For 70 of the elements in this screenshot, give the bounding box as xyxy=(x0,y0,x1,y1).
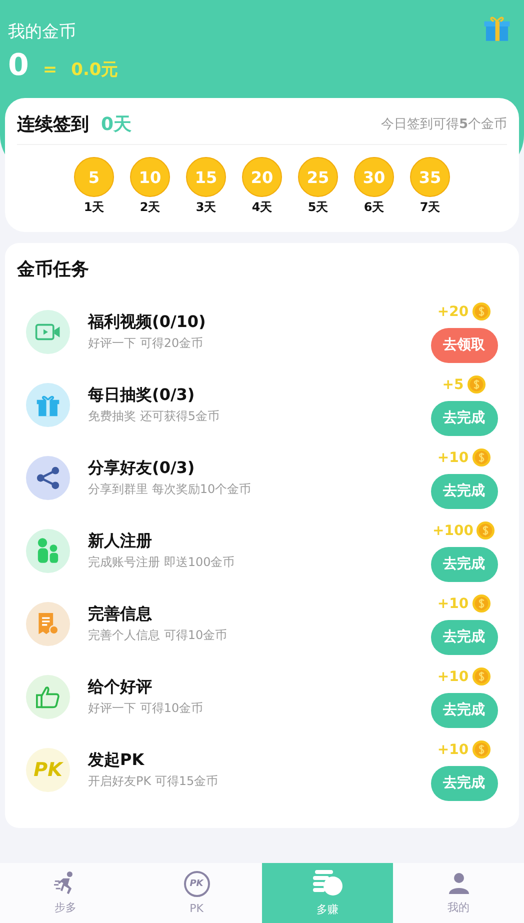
checkin-hint: 今日签到可得5个金币 xyxy=(380,116,507,133)
reward-amount: +10 xyxy=(437,596,469,612)
money-value: 0.0元 xyxy=(71,59,118,81)
page-title: 我的金币 xyxy=(8,21,76,43)
checkin-title: 连续签到 xyxy=(17,113,89,136)
task-description: 免费抽奖 还可获得5金币 xyxy=(88,408,220,424)
thumbs-up-icon xyxy=(36,684,60,708)
reward-coin: 20 xyxy=(242,157,282,197)
task-button[interactable]: 去完成 xyxy=(430,766,498,800)
reward-day: 2天 xyxy=(140,199,160,216)
coins-icon xyxy=(312,869,342,897)
coin-icon xyxy=(472,740,491,759)
document-icon xyxy=(37,612,59,636)
task-description: 完善个人信息 可得10金币 xyxy=(88,626,228,644)
reward-coin: 15 xyxy=(186,157,226,197)
task-title: 新人注册 xyxy=(88,530,153,552)
task-description: 好评一下 可得10金币 xyxy=(88,700,204,716)
reward-amount: +10 xyxy=(437,668,469,684)
task-button[interactable]: 去完成 xyxy=(430,546,498,582)
task-button[interactable]: 去领取 xyxy=(430,328,498,362)
equals-sign: = xyxy=(42,60,58,80)
reward-coin: 35 xyxy=(410,157,450,197)
tab[interactable]: 多赚 xyxy=(262,863,393,923)
checkin-days: 0天 xyxy=(101,112,132,136)
reward-amount: +20 xyxy=(437,304,469,320)
task-title: 分享好友(0/3) xyxy=(88,458,196,478)
task-title: 完善信息 xyxy=(88,604,153,624)
coin-icon xyxy=(466,375,486,394)
task-button[interactable]: 去完成 xyxy=(430,474,498,508)
pk-icon: PK xyxy=(34,758,62,780)
coin-count: 0 xyxy=(8,48,29,83)
section-title: 金币任务 xyxy=(17,258,90,281)
reward-day: 4天 xyxy=(252,199,272,216)
coin-icon xyxy=(472,448,491,467)
task-button[interactable]: 去完成 xyxy=(430,620,498,654)
reward-day: 3天 xyxy=(196,199,216,216)
reward-coin: 25 xyxy=(298,157,338,197)
tab[interactable]: 步多 xyxy=(0,863,131,923)
task-title: 给个好评 xyxy=(88,676,153,698)
coin-icon xyxy=(476,521,496,540)
tab[interactable]: PK PK xyxy=(131,863,262,923)
tab[interactable]: 我的 xyxy=(393,863,524,923)
coin-icon xyxy=(472,594,491,613)
reward-day: 1天 xyxy=(84,199,104,216)
people-icon xyxy=(37,538,59,564)
task-description: 好评一下 可得20金币 xyxy=(88,334,204,352)
reward-coin: 30 xyxy=(354,157,394,197)
reward-amount: +5 xyxy=(442,376,464,392)
coin-icon xyxy=(472,667,491,686)
task-description: 开启好友PK 可得15金币 xyxy=(88,772,220,790)
reward-amount: +100 xyxy=(432,522,474,538)
share-icon xyxy=(36,466,60,490)
reward-amount: +10 xyxy=(437,742,469,758)
task-description: 分享到群里 每次奖励10个金币 xyxy=(88,480,252,498)
video-icon xyxy=(35,322,61,340)
reward-day: 6天 xyxy=(364,199,384,216)
reward-day: 7天 xyxy=(420,199,440,216)
task-button[interactable]: 去完成 xyxy=(430,400,498,436)
reward-day: 5天 xyxy=(308,199,328,216)
reward-coin: 10 xyxy=(130,157,170,197)
reward-amount: +10 xyxy=(437,450,469,466)
coin-icon xyxy=(472,302,491,321)
reward-coin: 5 xyxy=(74,157,114,197)
pk-icon: PK xyxy=(184,871,210,897)
person-icon xyxy=(446,871,470,895)
task-description: 完成账号注册 即送100金币 xyxy=(88,554,236,570)
task-button[interactable]: 去完成 xyxy=(430,692,498,728)
task-title: 福利视频(0/10) xyxy=(88,312,207,332)
task-title: 发起PK xyxy=(88,750,146,770)
task-title: 每日抽奖(0/3) xyxy=(88,384,196,406)
